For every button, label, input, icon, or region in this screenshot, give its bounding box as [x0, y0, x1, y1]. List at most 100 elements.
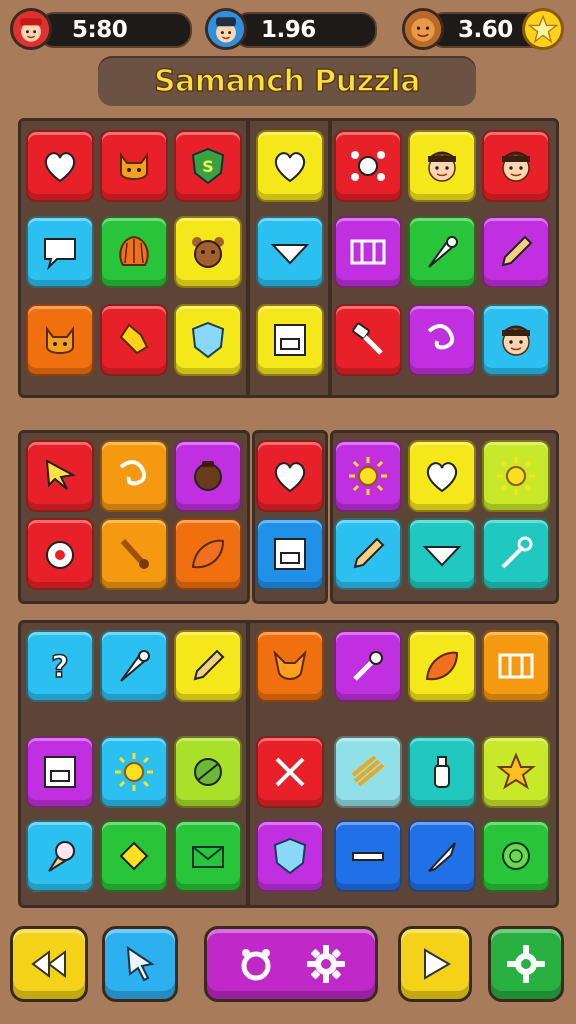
- board-top-divider: [246, 118, 250, 398]
- tile-wrench[interactable]: [482, 518, 550, 590]
- tile-citrus[interactable]: [482, 820, 550, 892]
- splat-icon: [351, 151, 385, 181]
- brush-icon: [120, 538, 149, 569]
- tile-heart[interactable]: [26, 130, 94, 202]
- tile-stick-bundle[interactable]: [334, 736, 402, 808]
- tile-grid-bars[interactable]: [482, 630, 550, 702]
- tile-boy-face[interactable]: [408, 130, 476, 202]
- tile-ball[interactable]: [174, 736, 242, 808]
- tile-crossed-tools[interactable]: [256, 736, 324, 808]
- tile-heart[interactable]: [256, 130, 324, 202]
- cursor-button[interactable]: [102, 926, 178, 1002]
- tile-ice-cream[interactable]: [26, 820, 94, 892]
- cursor-icon: [126, 946, 155, 982]
- envelope-icon: [192, 846, 224, 868]
- bear-face-icon: [192, 237, 224, 268]
- tile-pencil[interactable]: [334, 518, 402, 590]
- game-title: Samanch Puzzla: [153, 63, 421, 100]
- pencil-icon: [501, 235, 533, 267]
- tile-heart[interactable]: [408, 440, 476, 512]
- tile-star-shape[interactable]: [482, 736, 550, 808]
- pencil-icon: [193, 649, 225, 681]
- tile-sun[interactable]: [482, 440, 550, 512]
- pointing-hand-icon: [119, 323, 149, 355]
- tile-question-mark[interactable]: ?: [26, 630, 94, 702]
- tile-splat[interactable]: [334, 130, 402, 202]
- tile-cone[interactable]: [408, 216, 476, 288]
- tile-fox-head[interactable]: [256, 630, 324, 702]
- tile-frame[interactable]: [256, 304, 324, 376]
- gear-button[interactable]: [488, 926, 564, 1002]
- tile-boy-face[interactable]: [482, 304, 550, 376]
- stat-value: 1.96: [261, 17, 316, 43]
- sun-icon: [115, 753, 153, 791]
- tile-bar[interactable]: [334, 820, 402, 892]
- svg-text:?: ?: [51, 650, 68, 685]
- tile-pencil[interactable]: [174, 630, 242, 702]
- tile-cone[interactable]: [100, 630, 168, 702]
- tile-cat-badge[interactable]: [26, 518, 94, 590]
- tile-bear-face[interactable]: [174, 216, 242, 288]
- tile-pencil[interactable]: [482, 216, 550, 288]
- tile-shield[interactable]: [174, 304, 242, 376]
- tile-sun[interactable]: [100, 736, 168, 808]
- tile-arrowhead[interactable]: [408, 518, 476, 590]
- speech-bubble-icon: [44, 238, 76, 271]
- tile-shell[interactable]: [100, 216, 168, 288]
- frame-icon: [274, 538, 306, 570]
- tile-curl[interactable]: [100, 440, 168, 512]
- tile-knife[interactable]: [408, 820, 476, 892]
- frame-icon: [44, 756, 76, 788]
- tile-shield[interactable]: [256, 820, 324, 892]
- tile-arrowhead[interactable]: [256, 216, 324, 288]
- tile-cat-face[interactable]: [26, 304, 94, 376]
- tile-bottle[interactable]: [408, 736, 476, 808]
- tile-grid-bars[interactable]: [334, 216, 402, 288]
- shield-icon: [273, 837, 307, 875]
- tile-sun[interactable]: [334, 440, 402, 512]
- tile-torch[interactable]: [334, 630, 402, 702]
- stat-player-3: 3.60: [402, 8, 570, 50]
- stat-player-1: 5:80: [10, 8, 192, 50]
- tile-envelope[interactable]: [174, 820, 242, 892]
- fox-head-icon: [273, 649, 307, 680]
- tile-speech-bubble[interactable]: [26, 216, 94, 288]
- question-mark-icon: ?: [51, 649, 70, 686]
- play-button[interactable]: [398, 926, 472, 1002]
- tile-heart[interactable]: [256, 440, 324, 512]
- tile-pointing-hand[interactable]: [100, 304, 168, 376]
- heart-icon: [426, 462, 458, 493]
- blue-hat-player-avatar-icon: [205, 8, 247, 50]
- tile-shield-s[interactable]: S: [174, 130, 242, 202]
- boy-face-icon: [502, 151, 530, 182]
- tile-diamond[interactable]: [100, 820, 168, 892]
- tile-cursor-arrow[interactable]: [26, 440, 94, 512]
- arrowhead-icon: [422, 546, 462, 567]
- tile-cat-face[interactable]: [100, 130, 168, 202]
- tile-pot[interactable]: [174, 440, 242, 512]
- orange-face-avatar-icon: [402, 8, 444, 50]
- pencil-icon: [353, 537, 385, 569]
- shield-icon: [191, 321, 225, 359]
- settings-button[interactable]: [204, 926, 378, 1002]
- tile-boy-face[interactable]: [482, 130, 550, 202]
- tile-frame[interactable]: [26, 736, 94, 808]
- ball-icon: [194, 758, 222, 786]
- cat-badge-icon: [46, 541, 74, 569]
- tile-hammer[interactable]: [334, 304, 402, 376]
- rewind-icon: [31, 950, 66, 978]
- arrowhead-icon: [270, 244, 310, 265]
- red-hat-player-avatar-icon: [10, 8, 52, 50]
- svg-text:S: S: [202, 157, 214, 176]
- tile-brush[interactable]: [100, 518, 168, 590]
- tile-curl[interactable]: [408, 304, 476, 376]
- frame-icon: [274, 324, 306, 356]
- tile-leaf[interactable]: [408, 630, 476, 702]
- settings-icon: [241, 949, 271, 981]
- grid-bars-icon: [498, 653, 534, 679]
- rewind-button[interactable]: [10, 926, 88, 1002]
- stat-player-2: 1.96: [205, 8, 377, 50]
- tile-leaf[interactable]: [174, 518, 242, 590]
- citrus-icon: [502, 842, 530, 870]
- tile-frame[interactable]: [256, 518, 324, 590]
